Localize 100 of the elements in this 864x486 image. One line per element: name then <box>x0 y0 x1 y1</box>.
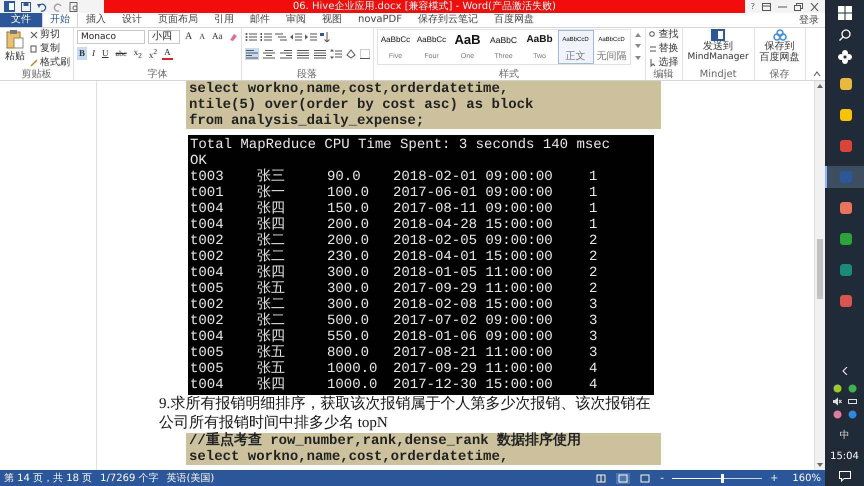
language-indicator[interactable]: 英语(美国) <box>166 471 214 485</box>
shading-icon[interactable] <box>344 48 357 58</box>
align-icon[interactable] <box>312 48 327 60</box>
format-button[interactable]: x$_{2}$ <box>132 46 144 62</box>
align-icon[interactable] <box>296 48 310 60</box>
question-heading: 9.求所有报销明细排序，获取该次报销属于个人第多少次报销、该次报销在公司所有报销时间中排多少名 topN <box>159 395 652 432</box>
multilevel-list-icon[interactable] <box>274 32 287 42</box>
terminal-cell-text: t002 <box>190 233 225 249</box>
terminal-line: OK <box>190 153 208 169</box>
print-preview-icon[interactable] <box>69 2 79 12</box>
format-button[interactable]: B <box>77 47 88 60</box>
grow-font-button[interactable]: A <box>183 30 194 43</box>
group-label: 字体 <box>146 69 168 80</box>
sort-icon[interactable] <box>320 32 330 42</box>
align-icon[interactable] <box>262 48 276 60</box>
zoom-out-button[interactable]: - <box>660 472 664 484</box>
line-spacing-icon[interactable] <box>330 48 342 58</box>
format-button[interactable]: U <box>100 47 111 60</box>
terminal-cell-text: 1 <box>589 217 598 233</box>
app-icon <box>838 77 852 91</box>
zoom-slider-thumb[interactable] <box>720 474 724 482</box>
save-to-cloud-button[interactable]: 保存到 百度网盘 <box>758 29 802 63</box>
collapse-ribbon-icon[interactable] <box>813 71 821 77</box>
terminal-cell-text: 张四 <box>257 217 286 233</box>
terminal-cell-text: 2017-08-11 09:00:00 <box>393 201 554 217</box>
decrease-indent-icon[interactable] <box>290 32 302 42</box>
windows-start-icon[interactable] <box>838 6 852 20</box>
word-count[interactable]: 1/7269 个字 <box>100 471 159 485</box>
pinwheel-icon[interactable] <box>838 50 852 64</box>
redo-icon[interactable] <box>53 2 63 12</box>
restore-icon[interactable] <box>794 2 803 10</box>
save-icon[interactable] <box>21 2 31 12</box>
ribbon-display-icon[interactable] <box>762 2 771 10</box>
speaker-muted-icon[interactable] <box>832 397 842 406</box>
terminal-cell-text: 2 <box>589 265 598 281</box>
zoom-level[interactable]: 160% <box>786 472 821 484</box>
scroll-up-icon[interactable] <box>816 83 824 89</box>
font-color-button[interactable]: A <box>162 47 173 60</box>
group-label: 样式 <box>498 69 520 80</box>
format-button[interactable]: x$^{2}$ <box>146 45 160 62</box>
app-icon <box>838 263 852 277</box>
editing-button[interactable]: 替换 <box>648 43 679 55</box>
editing-icon <box>648 45 657 53</box>
taskbar-app[interactable] <box>825 166 864 188</box>
clipboard-action-button[interactable]: 复制 <box>30 43 70 55</box>
notification-icon[interactable] <box>838 471 850 482</box>
clock[interactable]: 15:04 <box>830 451 859 462</box>
more-icon[interactable] <box>634 53 642 61</box>
ribbon-tab[interactable]: 文件 <box>0 13 42 27</box>
code-line: //重点考查 row_number,rank,dense_rank 数据排序使用 <box>189 433 582 449</box>
terminal-cell-text: 张四 <box>257 377 286 393</box>
scroll-down-icon[interactable] <box>816 462 824 468</box>
align-icon[interactable] <box>278 48 293 60</box>
editing-icon <box>648 59 657 67</box>
undo-icon[interactable] <box>37 2 47 12</box>
input-method-indicator[interactable]: 中 <box>840 428 850 442</box>
align-icon[interactable] <box>244 48 259 60</box>
terminal-cell-text: 2018-02-05 09:00:00 <box>393 233 554 249</box>
editing-button[interactable]: 选择 <box>648 57 679 69</box>
change-case-button[interactable]: Aa <box>210 30 225 43</box>
terminal-cell-text: 2017-07-02 09:00:00 <box>393 313 554 329</box>
scrollbar-thumb[interactable] <box>817 239 823 299</box>
group-label: Mindjet <box>698 69 738 80</box>
code-line: select workno,name,cost,orderdatetime, <box>189 81 510 97</box>
terminal-cell-text: 1 <box>589 201 598 217</box>
editing-button[interactable]: 查找 <box>648 29 679 41</box>
eraser-icon[interactable] <box>228 32 238 42</box>
clipboard-action-button[interactable]: 剪切 <box>30 29 70 41</box>
font-size-field[interactable]: 小四 <box>148 30 180 44</box>
clipboard-action-button[interactable]: 格式刷 <box>30 57 70 69</box>
chevron-left-icon[interactable] <box>842 367 848 375</box>
terminal-cell-text: 张二 <box>257 233 286 249</box>
terminal-cell-text: 1000.0 <box>327 377 378 393</box>
terminal-cell-text: t002 <box>190 313 225 329</box>
view-mode-icon[interactable] <box>638 472 652 484</box>
search-icon[interactable] <box>838 29 850 41</box>
numbered-list-icon[interactable] <box>260 32 272 42</box>
font-name-field[interactable]: Monaco <box>77 30 145 44</box>
help-button[interactable]: ? <box>750 2 755 11</box>
format-button[interactable]: I <box>90 47 98 60</box>
paste-button[interactable]: 粘贴 <box>3 29 27 63</box>
sign-in-link[interactable]: 登录 <box>793 13 825 27</box>
scroll-down-icon[interactable] <box>634 42 642 50</box>
scroll-up-icon[interactable] <box>634 31 642 39</box>
view-mode-icon[interactable] <box>616 472 630 484</box>
close-icon[interactable] <box>810 2 819 10</box>
battery-icon[interactable] <box>848 397 856 406</box>
page-count[interactable]: 第 14 页，共 18 页 <box>4 471 92 485</box>
view-mode-icon[interactable] <box>594 472 608 484</box>
send-to-mindmanager-button[interactable]: 发送到 MindManager <box>686 29 751 63</box>
shrink-font-button[interactable]: A <box>197 30 208 43</box>
terminal-cell-text: 张三 <box>257 169 286 185</box>
increase-indent-icon[interactable] <box>304 32 317 42</box>
bullet-list-icon[interactable] <box>244 32 257 42</box>
borders-icon[interactable] <box>360 48 370 58</box>
terminal-cell-text: 4 <box>589 377 598 393</box>
ribbon-tab[interactable]: 开始 <box>42 13 78 27</box>
zoom-in-button[interactable]: + <box>770 472 778 484</box>
format-button[interactable]: abc <box>114 47 129 60</box>
group-label: 剪贴板 <box>20 69 52 80</box>
